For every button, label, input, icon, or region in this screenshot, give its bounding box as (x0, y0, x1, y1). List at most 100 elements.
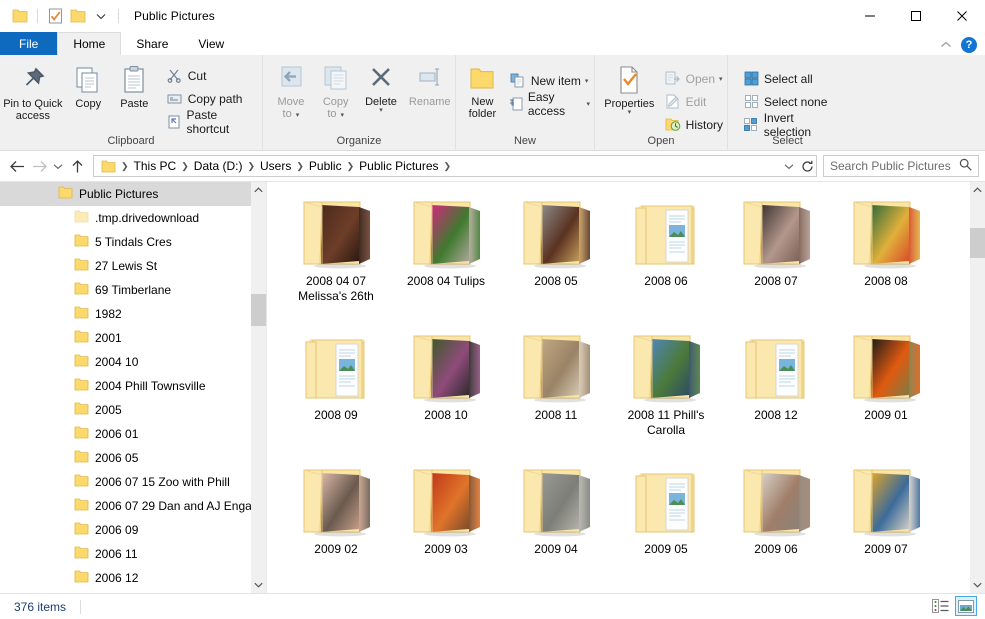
customize-dropdown-icon[interactable] (91, 6, 111, 26)
navigation-pane[interactable]: Public Pictures .tmp.drivedownload 5 Tinda… (0, 182, 266, 593)
rename-button[interactable]: Rename (404, 61, 455, 108)
nav-item-root[interactable]: Public Pictures (0, 182, 266, 206)
paste-button[interactable]: Paste (111, 61, 158, 110)
folder-item[interactable]: 2008 11 Phill's Carolla (611, 328, 721, 462)
invert-selection-button[interactable]: Invert selection (738, 111, 847, 139)
new-item-button[interactable]: New item ▾ (505, 70, 594, 91)
copy-path-button[interactable]: Copy path (162, 88, 262, 109)
breadcrumb-chevron-5[interactable]: ❯ (442, 161, 454, 172)
breadcrumb-item-4[interactable]: Public Pictures (356, 159, 441, 173)
nav-item-15[interactable]: 2006 12 (0, 566, 266, 590)
edit-button[interactable]: Edit (660, 91, 727, 112)
maximize-button[interactable] (893, 0, 939, 32)
folder-item[interactable]: 2009 03 (391, 462, 501, 593)
search-icon[interactable] (959, 158, 972, 174)
nav-item-5[interactable]: 2001 (0, 326, 266, 350)
folder-item[interactable]: 2009 07 (831, 462, 941, 593)
breadcrumb-item-1[interactable]: Data (D:) (191, 159, 246, 173)
move-to-button[interactable]: Move to ▾ (268, 61, 314, 122)
nav-item-7[interactable]: 2004 Phill Townsville (0, 374, 266, 398)
delete-button[interactable]: Delete ▾ (358, 61, 405, 114)
navigation-scrollbar[interactable] (251, 182, 266, 593)
nav-item-2[interactable]: 27 Lewis St (0, 254, 266, 278)
content-scroll-thumb[interactable] (970, 228, 985, 258)
breadcrumb-bar[interactable]: ❯ This PC ❯ Data (D:) ❯ Users ❯ Public ❯… (93, 155, 817, 177)
back-button[interactable] (6, 155, 28, 177)
folder-item[interactable]: 2008 05 (501, 194, 611, 328)
nav-scroll-up-icon[interactable] (251, 182, 266, 198)
nav-item-14[interactable]: 2006 11 (0, 542, 266, 566)
nav-item-1[interactable]: 5 Tindals Cres (0, 230, 266, 254)
nav-item-6[interactable]: 2004 10 (0, 350, 266, 374)
help-icon[interactable]: ? (961, 37, 977, 53)
nav-item-9[interactable]: 2006 01 (0, 422, 266, 446)
content-scrollbar[interactable] (970, 182, 985, 593)
cut-button[interactable]: Cut (162, 65, 262, 86)
nav-scroll-down-icon[interactable] (251, 577, 266, 593)
breadcrumb-item-0[interactable]: This PC (131, 159, 180, 173)
nav-item-4[interactable]: 1982 (0, 302, 266, 326)
recent-locations-button[interactable] (50, 155, 66, 177)
search-input[interactable]: Search Public Pictures (823, 155, 979, 177)
folder-item[interactable]: 2008 04 Tulips (391, 194, 501, 328)
pin-to-quick-access-button[interactable]: Pin to Quick access (0, 61, 66, 122)
breadcrumb-chevron-4[interactable]: ❯ (345, 161, 357, 172)
breadcrumb-item-2[interactable]: Users (257, 159, 294, 173)
breadcrumb-chevron-0[interactable]: ❯ (119, 161, 131, 172)
tab-share[interactable]: Share (121, 32, 183, 55)
easy-access-button[interactable]: Easy access ▾ (505, 90, 594, 118)
tab-file[interactable]: File (0, 32, 58, 55)
new-folder-button[interactable]: New folder (462, 61, 503, 120)
details-view-button[interactable] (929, 596, 951, 616)
folder-item[interactable]: 2008 09 (281, 328, 391, 462)
nav-item-11[interactable]: 2006 07 15 Zoo with Phill (0, 470, 266, 494)
folder-item[interactable]: 2009 05 (611, 462, 721, 593)
folder-item[interactable]: 2009 06 (721, 462, 831, 593)
address-dropdown-icon[interactable] (780, 156, 798, 176)
items-view[interactable]: 2008 04 07 Melissa's 26th 2008 04 Tulips (266, 182, 985, 593)
select-none-button[interactable]: Select none (738, 91, 847, 112)
folder-item[interactable]: 2008 08 (831, 194, 941, 328)
up-button[interactable] (66, 155, 88, 177)
folder-item[interactable]: 2008 07 (721, 194, 831, 328)
history-button[interactable]: History (660, 114, 727, 135)
nav-item-12[interactable]: 2006 07 29 Dan and AJ Engageme (0, 494, 266, 518)
folder-item[interactable]: 2009 04 (501, 462, 611, 593)
breadcrumb-folder-icon[interactable] (98, 160, 119, 173)
content-scroll-down-icon[interactable] (970, 577, 985, 593)
nav-item-10[interactable]: 2006 05 (0, 446, 266, 470)
open-button[interactable]: Open ▾ (660, 68, 727, 89)
folder-item[interactable]: 2008 11 (501, 328, 611, 462)
copy-to-button[interactable]: Copy to ▾ (314, 61, 358, 122)
refresh-icon[interactable] (798, 156, 816, 176)
nav-item-8[interactable]: 2005 (0, 398, 266, 422)
copy-button[interactable]: Copy (66, 61, 111, 110)
properties-checkmark-icon[interactable] (45, 6, 65, 26)
breadcrumb-item-3[interactable]: Public (306, 159, 345, 173)
nav-item-3[interactable]: 69 Timberlane (0, 278, 266, 302)
tab-view[interactable]: View (183, 32, 239, 55)
content-scroll-up-icon[interactable] (970, 182, 985, 198)
folder-item[interactable]: 2009 01 (831, 328, 941, 462)
new-folder-quick-icon[interactable] (68, 6, 88, 26)
select-all-button[interactable]: Select all (738, 68, 847, 89)
folder-item[interactable]: 2009 02 (281, 462, 391, 593)
nav-item-13[interactable]: 2006 09 (0, 518, 266, 542)
properties-button[interactable]: Properties ▾ (600, 61, 659, 116)
breadcrumb-chevron-3[interactable]: ❯ (294, 161, 306, 172)
folder-item[interactable]: 2008 10 (391, 328, 501, 462)
minimize-button[interactable] (847, 0, 893, 32)
nav-item-0[interactable]: .tmp.drivedownload (0, 206, 266, 230)
nav-scroll-thumb[interactable] (251, 294, 266, 326)
close-button[interactable] (939, 0, 985, 32)
folder-item[interactable]: 2008 04 07 Melissa's 26th (281, 194, 391, 328)
folder-item[interactable]: 2008 12 (721, 328, 831, 462)
breadcrumb-chevron-2[interactable]: ❯ (245, 161, 257, 172)
paste-shortcut-button[interactable]: Paste shortcut (162, 108, 262, 136)
forward-button[interactable] (28, 155, 50, 177)
tab-home[interactable]: Home (57, 32, 122, 55)
folder-item[interactable]: 2008 06 (611, 194, 721, 328)
large-icons-view-button[interactable] (955, 596, 977, 616)
explorer-folder-icon[interactable] (10, 6, 30, 26)
collapse-ribbon-icon[interactable] (940, 38, 952, 52)
